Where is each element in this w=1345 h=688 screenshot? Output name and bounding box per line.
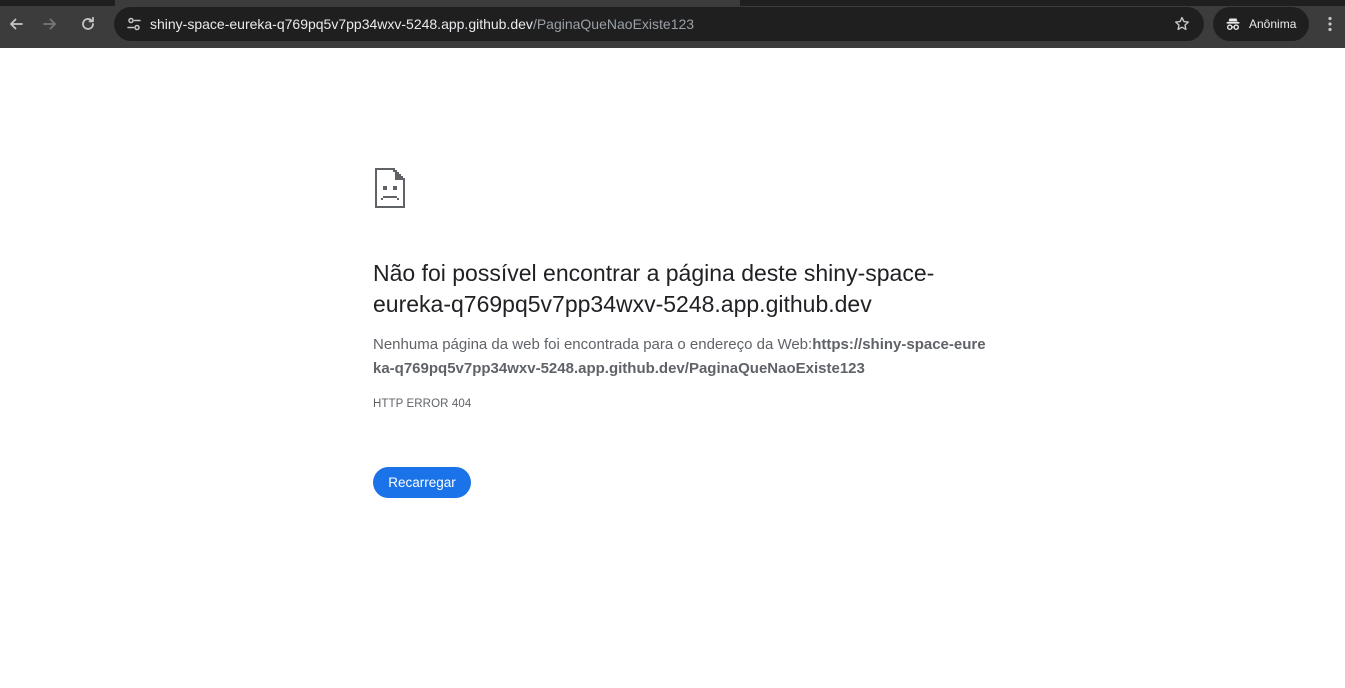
arrow-right-icon bbox=[43, 18, 56, 30]
reload-button[interactable] bbox=[73, 9, 103, 39]
reload-page-button[interactable]: Recarregar bbox=[373, 467, 471, 498]
more-vert-icon bbox=[1328, 16, 1332, 32]
forward-button[interactable] bbox=[35, 9, 65, 39]
browser-menu-button[interactable] bbox=[1318, 9, 1342, 39]
error-title: Não foi possível encontrar a página dest… bbox=[373, 260, 935, 317]
arrow-left-icon bbox=[10, 18, 23, 30]
incognito-label: Anônima bbox=[1249, 17, 1297, 31]
incognito-profile-button[interactable]: Anônima bbox=[1213, 7, 1309, 41]
browser-toolbar: shiny-space-eureka-q769pq5v7pp34wxv-5248… bbox=[0, 0, 1345, 48]
url-path: /PaginaQueNaoExiste123 bbox=[532, 16, 695, 32]
error-description: Nenhuma página da web foi encontrada par… bbox=[373, 333, 993, 381]
url-host: shiny-space-eureka-q769pq5v7pp34wxv-5248… bbox=[150, 16, 533, 32]
back-button[interactable] bbox=[1, 9, 31, 39]
reload-icon bbox=[82, 16, 94, 30]
address-bar[interactable]: shiny-space-eureka-q769pq5v7pp34wxv-5248… bbox=[114, 7, 1204, 41]
error-description-text: Nenhuma página da web foi encontrada par… bbox=[373, 336, 813, 353]
bookmark-button[interactable] bbox=[1168, 10, 1196, 38]
sad-page-icon bbox=[373, 168, 407, 215]
star-icon bbox=[1175, 16, 1189, 31]
tab-strip bbox=[0, 0, 1345, 6]
error-code: HTTP ERROR 404 bbox=[373, 398, 472, 410]
tune-icon bbox=[127, 17, 141, 31]
active-tab[interactable] bbox=[115, 0, 740, 6]
site-info-button[interactable] bbox=[120, 10, 148, 38]
incognito-icon bbox=[1226, 18, 1240, 31]
url-text[interactable]: shiny-space-eureka-q769pq5v7pp34wxv-5248… bbox=[150, 7, 694, 41]
